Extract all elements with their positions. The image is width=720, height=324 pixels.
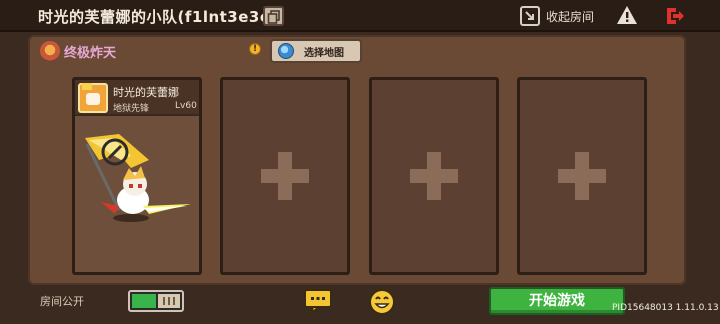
collapse-room-button[interactable]: 收起房间 bbox=[520, 5, 594, 27]
select-map-label: 选择地图 bbox=[304, 47, 344, 59]
smiley-icon bbox=[369, 289, 395, 315]
team-title: 时光的芙蕾娜的小队(f1lnt3e3c) bbox=[38, 8, 277, 26]
toggle-grip-icon bbox=[158, 294, 180, 308]
copy-id-button[interactable] bbox=[263, 6, 284, 26]
copy-icon bbox=[267, 10, 280, 24]
difficulty-icon bbox=[40, 41, 60, 61]
globe-icon bbox=[278, 43, 294, 59]
report-button[interactable] bbox=[616, 5, 638, 29]
difficulty-label: 终极炸天 bbox=[64, 45, 117, 61]
hero-avatar bbox=[78, 83, 108, 113]
player-slot-4[interactable] bbox=[517, 77, 647, 275]
hero-class: 地狱先锋 bbox=[113, 104, 150, 114]
collapse-icon bbox=[520, 6, 540, 26]
add-player-icon bbox=[261, 152, 309, 200]
hero-header: 时光的芙蕾娜 地狱先锋 Lv60 bbox=[75, 80, 199, 116]
add-player-icon bbox=[410, 152, 458, 200]
warning-icon bbox=[617, 6, 637, 24]
exit-room-button[interactable] bbox=[664, 5, 686, 31]
pid-version-label: PID15648013 1.11.0.13 bbox=[612, 303, 719, 313]
room-public-toggle[interactable] bbox=[128, 290, 184, 312]
leader-crown-icon bbox=[82, 83, 92, 90]
difficulty-indicator: 终极炸天 bbox=[40, 40, 116, 62]
start-game-button[interactable]: 开始游戏 bbox=[489, 287, 625, 315]
hero-level: Lv60 bbox=[175, 101, 197, 111]
chat-button[interactable] bbox=[303, 288, 333, 318]
hero-name: 时光的芙蕾娜 bbox=[113, 86, 179, 99]
player-slot-3[interactable] bbox=[369, 77, 499, 275]
chat-bubble-icon bbox=[304, 289, 332, 316]
select-map-button[interactable]: 选择地图 bbox=[270, 39, 362, 63]
room-public-label: 房间公开 bbox=[40, 295, 84, 308]
add-player-icon bbox=[558, 152, 606, 200]
exit-icon bbox=[667, 8, 684, 24]
hero-sprite bbox=[85, 134, 191, 222]
player-slot-2[interactable] bbox=[220, 77, 350, 275]
player-slot-1[interactable]: 时光的芙蕾娜 地狱先锋 Lv60 bbox=[72, 77, 202, 275]
collapse-room-label: 收起房间 bbox=[546, 9, 595, 24]
top-bar: 时光的芙蕾娜的小队(f1lnt3e3c) 收起房间 bbox=[0, 0, 720, 32]
emoji-button[interactable] bbox=[368, 288, 396, 320]
alert-icon: ! bbox=[249, 43, 261, 55]
